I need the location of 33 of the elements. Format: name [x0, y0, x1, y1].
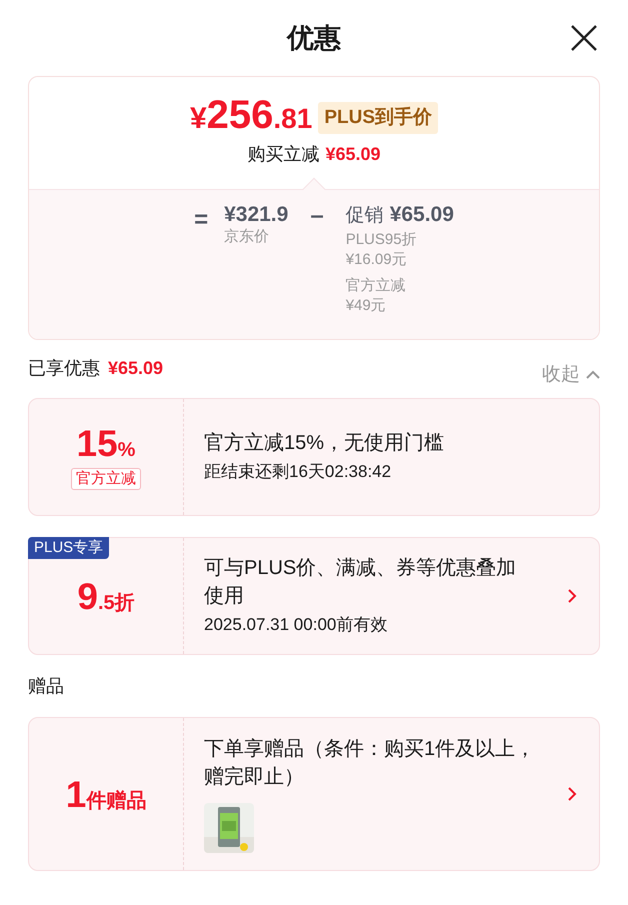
- offer-value: 15%: [76, 424, 136, 462]
- equals-sign: =: [194, 208, 208, 232]
- promo-amount: ¥65.09: [390, 202, 454, 228]
- chevron-up-icon: [586, 370, 600, 380]
- minus-sign: –: [310, 204, 324, 228]
- promo-item-amount: ¥49元: [346, 296, 387, 316]
- section-heading: 已享优惠: [28, 357, 100, 380]
- base-price-label: 京东价: [224, 228, 270, 247]
- base-price: ¥321.9: [224, 202, 288, 228]
- offer-title: 官方立减15%，无使用门槛: [204, 431, 446, 456]
- close-icon: [570, 24, 598, 52]
- window-title: 优惠: [287, 22, 341, 55]
- promo-item-name: 官方立减: [346, 276, 407, 296]
- plus-price-tag: PLUS到手价: [318, 102, 438, 134]
- promo-label: 促销: [346, 204, 384, 228]
- saving-amount: ¥65.09: [325, 143, 381, 166]
- section-heading: 赠品: [28, 675, 65, 698]
- promo-item-amount: ¥16.09元: [346, 250, 408, 270]
- final-price: ¥256.81: [190, 95, 312, 135]
- saving-label: 购买立减: [247, 143, 320, 166]
- offer-value: 1件赠品: [66, 776, 146, 812]
- promo-item-name: PLUS95折: [346, 230, 418, 250]
- offer-tag: 官方立减: [71, 468, 141, 490]
- offer-subtitle: 2025.07.31 00:00前有效: [204, 614, 388, 636]
- offer-title: 可与PLUS价、满减、券等优惠叠加使用: [204, 556, 518, 609]
- offer-title: 下单享赠品（条件：购买1件及以上，赠完即止）: [204, 737, 536, 790]
- plus-badge: PLUS专享: [28, 537, 110, 559]
- offer-value: 9.5折: [77, 578, 135, 614]
- discount-total: ¥65.09: [108, 357, 164, 380]
- offer-card[interactable]: PLUS专享 9.5折 可与PLUS价、满减、券等优惠叠加使用 2025.07.31 00:00前有效: [28, 537, 600, 655]
- offer-subtitle: 距结束还剩16天02:38:42: [204, 461, 392, 483]
- offer-card[interactable]: 15% 官方立减 官方立减15%，无使用门槛 距结束还剩16天02:38:42: [28, 398, 600, 516]
- offer-card[interactable]: 1件赠品 下单享赠品（条件：购买1件及以上，赠完即止）: [28, 717, 600, 871]
